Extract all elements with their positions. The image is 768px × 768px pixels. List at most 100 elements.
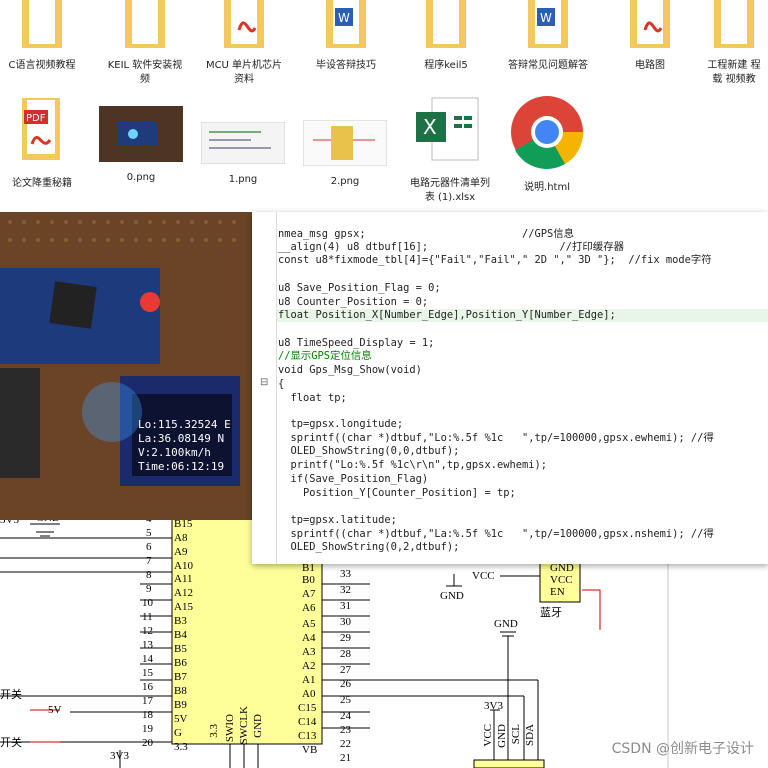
file-0-png[interactable]: 0.png (98, 106, 184, 185)
image-thumbnail-icon (99, 106, 183, 162)
code-line: Position_Y[Counter_Position] = tp; (278, 487, 516, 499)
gnd-label: GND (440, 590, 464, 602)
csdn-watermark: CSDN @创新电子设计 (611, 741, 754, 757)
image-thumbnail-icon (302, 119, 388, 167)
pin-number: 11 (142, 611, 153, 623)
pin-label: SWCLK (238, 706, 250, 745)
pin-number: 22 (340, 738, 351, 750)
file-html[interactable]: 说明.html (502, 92, 592, 195)
pin-number: 14 (142, 653, 153, 665)
3v3-label: 3V3 (110, 750, 129, 762)
code-line: nmea_msg gpsx; //GPS信息 (278, 228, 575, 240)
file-label: 0.png (126, 172, 156, 183)
switch-label: 开关 (0, 689, 22, 701)
oled-longitude: Lo:115.32524 E (138, 418, 231, 431)
folder-c-video[interactable]: C语言视频教程 (0, 0, 84, 73)
pin-label: B4 (174, 629, 187, 641)
folder-schematic[interactable]: 电路图 (608, 0, 692, 73)
code-line: { (278, 378, 285, 390)
pin-number: 27 (340, 664, 351, 676)
file-label: 说明.html (524, 182, 570, 193)
pin-number: 10 (142, 597, 153, 609)
chrome-icon (511, 96, 584, 169)
pin-label: A7 (302, 588, 316, 600)
pin-label: 3.3 (174, 741, 188, 753)
pin-number: 13 (142, 639, 153, 651)
pin-label: A5 (302, 618, 316, 630)
file-label: 电路元器件清单列 表 (1).xlsx (410, 178, 490, 203)
pin-label: C15 (298, 702, 317, 714)
file-label: MCU 单片机芯片 资料 (205, 60, 283, 85)
file-label: 论文降重秘籍 (12, 178, 72, 189)
pin-number: 12 (142, 625, 153, 637)
pin-label: SWIO (224, 714, 236, 743)
folder-icon (714, 0, 754, 48)
oled-time: Time:06:12:19 (138, 460, 225, 473)
fold-minus-icon[interactable]: ⊟ (260, 377, 268, 388)
code-line: float tp; (278, 392, 347, 404)
folder-mcu-datasheet[interactable]: MCU 单片机芯片 资料 (198, 0, 290, 87)
pin-number: 17 (142, 695, 153, 707)
excel-icon: X (416, 97, 479, 161)
editor-gutter (252, 212, 277, 564)
pin-number: 25 (340, 694, 351, 706)
file-label: KEIL 软件安装视 频 (107, 60, 183, 85)
gnd-label: GND (494, 618, 518, 630)
pin-number: 26 (340, 678, 351, 690)
pin-label: B0 (302, 574, 315, 586)
folder-defense-tips[interactable]: W 毕设答辩技巧 (300, 0, 392, 73)
pin-number: 24 (340, 710, 351, 722)
code-line: u8 TimeSpeed_Display = 1; (278, 337, 435, 349)
pin-label: A12 (174, 587, 193, 599)
file-label: C语言视频教程 (8, 60, 76, 71)
code-line: sprintf((char *)dtbuf,"Lo:%.5f %1c ",tp/… (278, 432, 714, 444)
pin-label: A8 (174, 532, 188, 544)
code-line: sprintf((char *)dtbuf,"La:%.5f %1c ",tp/… (278, 528, 714, 540)
pin-label: A6 (302, 602, 316, 614)
file-thesis-pdf[interactable]: PDF 论文降重秘籍 (0, 96, 84, 191)
folder-project-new[interactable]: 工程新建 程 载 视频教 (700, 0, 768, 87)
file-2-png[interactable]: 2.png (302, 119, 388, 189)
pin-label: SCL (510, 724, 522, 745)
file-xlsx[interactable]: X 电路元器件清单列 表 (1).xlsx (400, 94, 500, 205)
pin-label: A1 (302, 674, 316, 686)
vcc-label: VCC (550, 574, 573, 586)
pin-label: B8 (174, 685, 187, 697)
pin-label: A9 (174, 546, 188, 558)
pin-label: B3 (174, 615, 187, 627)
pin-label: A0 (302, 688, 316, 700)
pin-number: 28 (340, 648, 351, 660)
pin-label: 3.3 (208, 724, 220, 738)
file-label: 电路图 (635, 60, 665, 71)
folder-qa[interactable]: W 答辩常见问题解答 (498, 0, 598, 73)
folder-keil-video[interactable]: KEIL 软件安装视 频 (100, 0, 190, 87)
file-1-png[interactable]: 1.png (200, 121, 286, 187)
pin-label: SDA (524, 724, 536, 747)
svg-text:PDF: PDF (26, 113, 46, 124)
pin-number: 7 (146, 555, 152, 567)
code-line: __align(4) u8 dtbuf[16]; //打印缓存器 (278, 241, 624, 253)
switch-label: 开关 (0, 737, 22, 749)
pin-label: C14 (298, 716, 317, 728)
pin-label: C13 (298, 730, 317, 742)
pin-number: 8 (146, 569, 152, 581)
file-label: 2.png (330, 176, 360, 187)
folder-keil5[interactable]: 程序keil5 (404, 0, 488, 73)
pin-number: 5 (146, 527, 152, 539)
pin-label: A3 (302, 646, 316, 658)
code-line: float Position_X[Number_Edge],Position_Y… (278, 309, 616, 321)
pin-label: A2 (302, 660, 316, 672)
en-label: EN (550, 586, 565, 598)
word-folder-icon: W (326, 0, 366, 48)
svg-text:W: W (338, 11, 350, 25)
pin-number: 15 (142, 667, 153, 679)
file-label: 毕设答辩技巧 (316, 60, 376, 71)
pin-label: A15 (174, 601, 193, 613)
code-editor[interactable]: nmea_msg gpsx; //GPS信息 __align(4) u8 dtb… (252, 212, 768, 564)
pin-label: A4 (302, 632, 316, 644)
code-line: OLED_ShowString(0,0,dtbuf); (278, 445, 460, 457)
folder-icon (22, 0, 62, 48)
word-folder-icon: W (528, 0, 568, 48)
pin-label: 5V (174, 713, 188, 725)
pdf-folder-icon (224, 0, 264, 48)
